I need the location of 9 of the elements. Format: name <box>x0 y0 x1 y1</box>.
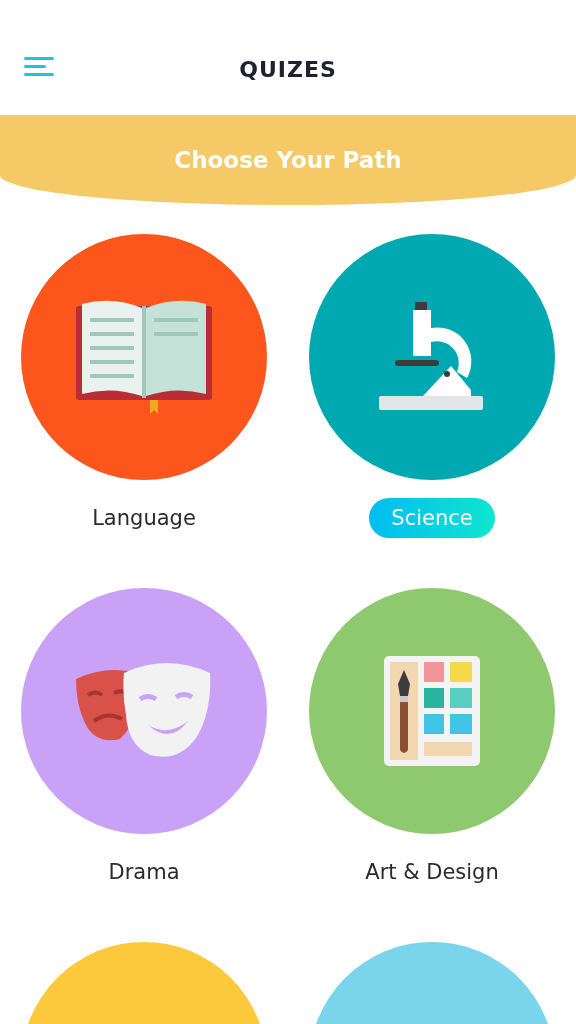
page-title: QUIZES <box>239 57 337 82</box>
category-label[interactable]: Language <box>70 498 218 538</box>
paint-palette-icon <box>384 656 480 766</box>
category-label[interactable]: Art & Design <box>343 852 521 892</box>
menu-icon <box>24 56 56 78</box>
microscope-icon <box>379 302 485 412</box>
category-label[interactable]: Drama <box>86 852 202 892</box>
banner-title: Choose Your Path <box>174 147 402 173</box>
book-icon <box>74 300 214 414</box>
